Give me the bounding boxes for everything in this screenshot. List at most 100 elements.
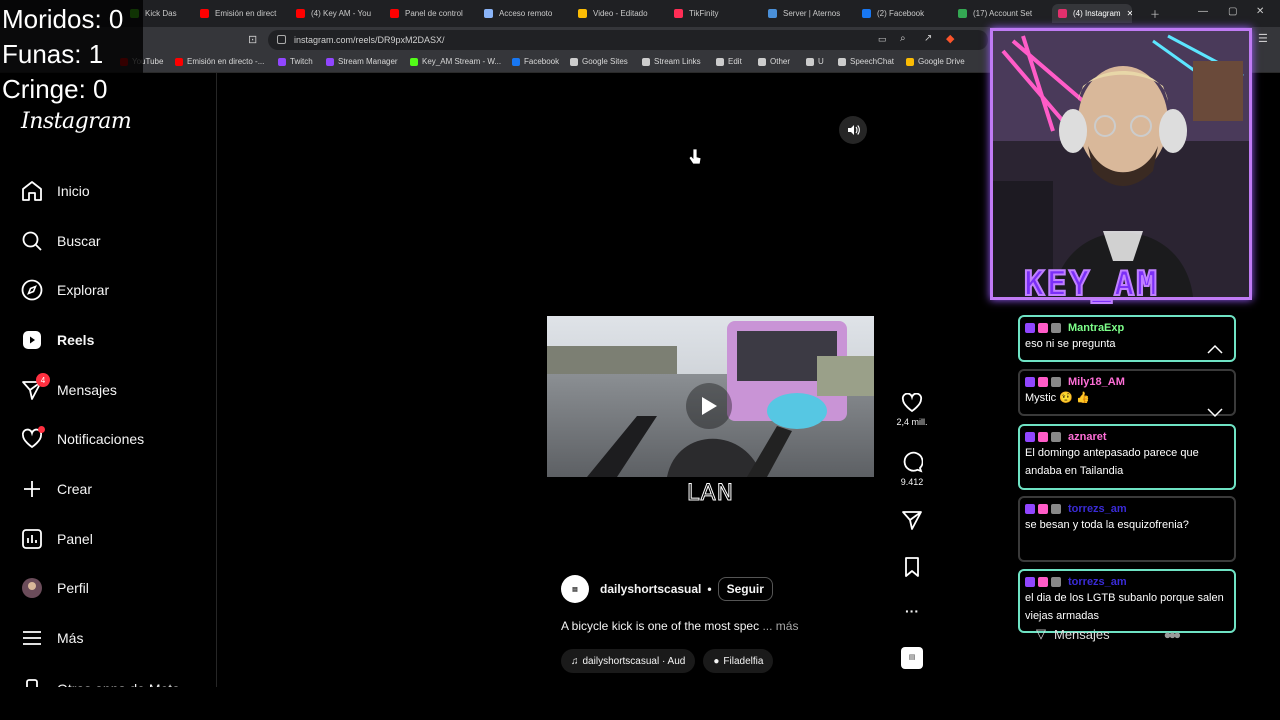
video-overlay-text: LAN	[686, 481, 735, 507]
bookmark-item[interactable]: Key_AM Stream - W...	[410, 57, 501, 66]
browser-tab[interactable]: (2) Facebook	[862, 4, 946, 23]
tab-favicon-icon	[200, 9, 209, 18]
chat-message-header: torrezs_am	[1025, 501, 1229, 516]
tab-favicon-icon	[484, 9, 493, 18]
nav-item-panel[interactable]: Panel	[20, 524, 93, 554]
share-button[interactable]	[890, 509, 934, 535]
chat-text: se besan y toda la esquizofrenia?	[1025, 519, 1189, 531]
bookmark-favicon-icon	[758, 57, 766, 66]
author-avatar[interactable]: ▤	[561, 575, 589, 603]
nav-item-más[interactable]: Más	[20, 623, 83, 653]
compass-icon	[20, 278, 44, 302]
chat-badge-icon	[1038, 322, 1048, 333]
instagram-logo[interactable]: Instagram	[21, 109, 132, 134]
browser-tab[interactable]: Acceso remoto	[484, 4, 568, 23]
chat-username: Mily18_AM	[1068, 375, 1125, 388]
chat-message-header: Mily18_AM	[1025, 374, 1229, 389]
bookmark-item[interactable]: Google Drive	[906, 57, 965, 66]
bookmark-item[interactable]: Stream Links	[642, 57, 701, 66]
bookmark-item[interactable]: SpeechChat	[838, 57, 894, 66]
bookmark-item[interactable]: Google Sites	[570, 57, 628, 66]
nav-item-buscar[interactable]: Buscar	[20, 226, 101, 256]
nav-item-notificaciones[interactable]: Notificaciones	[20, 424, 144, 454]
chat-badge-icon	[1038, 431, 1048, 442]
browser-tab[interactable]: Video - Editado	[578, 4, 662, 23]
footer-avatars: ●●●	[1163, 626, 1181, 642]
bookmark-favicon-icon	[906, 57, 914, 66]
tab-label: Panel de control	[405, 9, 463, 18]
comment-icon	[903, 451, 923, 473]
tab-label: (4) Key AM - You	[311, 9, 372, 18]
bookmark-label: Emisión en directo -...	[187, 57, 265, 66]
location-chip[interactable]: ● Filadelfia	[703, 649, 774, 673]
follow-button[interactable]: Seguir	[717, 577, 773, 601]
comment-button[interactable]: 9.412	[890, 451, 934, 487]
bookmark-item[interactable]: Emisión en directo -...	[175, 57, 264, 66]
tab-label: TikFinity	[689, 9, 719, 18]
chat-message: Mily18_AM Mystic 🤨 👍	[1018, 369, 1236, 416]
nav-item-reels[interactable]: Reels	[20, 325, 94, 355]
minimize-icon[interactable]: —	[1198, 6, 1208, 17]
chat-username: torrezs_am	[1068, 575, 1127, 588]
audio-thumbnail[interactable]: ▤	[890, 647, 934, 669]
share-icon[interactable]: ↗	[924, 33, 932, 44]
site-info-icon[interactable]	[277, 35, 286, 44]
close-tab-icon[interactable]: ✕	[1127, 9, 1132, 18]
stream-counters: Moridos: 0 Funas: 1 Cringe: 0	[0, 0, 143, 104]
bookmark-item[interactable]: Edit	[716, 57, 742, 66]
more-options-icon[interactable]: ···	[890, 603, 934, 619]
browser-tab[interactable]: Server | Aternos	[768, 4, 852, 23]
messages-footer[interactable]: ▽ Mensajes ●●●	[1036, 626, 1181, 642]
chart-icon	[20, 527, 44, 551]
brave-shield-icon[interactable]: ◆	[946, 32, 954, 45]
streamer-brand-logo: KEY_AM	[1023, 263, 1159, 305]
save-button[interactable]	[890, 556, 934, 582]
chat-badge-icon	[1051, 576, 1061, 587]
browser-tab[interactable]: (4) Instagram ✕	[1052, 4, 1132, 23]
plus-icon	[20, 477, 44, 501]
new-tab-icon[interactable]: ＋	[1150, 6, 1160, 21]
close-window-icon[interactable]: ✕	[1256, 6, 1264, 17]
play-icon	[702, 397, 717, 415]
reels-icon	[20, 328, 44, 352]
browser-tab[interactable]: (17) Account Set	[958, 4, 1042, 23]
browser-tab[interactable]: Panel de control	[390, 4, 474, 23]
bookmark-favicon-icon	[570, 57, 578, 66]
nav-item-crear[interactable]: Crear	[20, 474, 92, 504]
browser-menu-icon[interactable]: ☰	[1258, 32, 1268, 45]
chevron-down-icon[interactable]	[1207, 408, 1223, 418]
bookmark-item[interactable]: Other	[758, 57, 790, 66]
bookmark-item[interactable]: U	[806, 57, 824, 66]
author-username[interactable]: dailyshortscasual	[600, 582, 701, 596]
bookmark-favicon-icon	[175, 57, 183, 66]
nav-item-mensajes[interactable]: 4 Mensajes	[20, 373, 117, 405]
reel-player[interactable]: LAN ▤ dailyshortscasual • Seguir A bicyc…	[547, 105, 874, 687]
nav-item-perfil[interactable]: Perfil	[20, 573, 89, 603]
maximize-icon[interactable]: ▢	[1228, 6, 1237, 17]
bookmark-item[interactable]: Stream Manager	[326, 57, 398, 66]
cast-icon[interactable]: ▭	[878, 34, 887, 45]
volume-button[interactable]	[839, 116, 867, 144]
caption-more-link[interactable]: ... más	[762, 619, 798, 633]
browser-tab[interactable]: Emisión en direct	[200, 4, 284, 23]
audio-chip[interactable]: ♫ dailyshortscasual · Aud	[561, 649, 696, 673]
bookmark-star-icon[interactable]: ⊡	[248, 33, 257, 46]
like-button[interactable]: 2,4 mill.	[890, 393, 934, 427]
nav-item-explorar[interactable]: Explorar	[20, 275, 109, 305]
browser-tab[interactable]: (4) Key AM - You	[296, 4, 380, 23]
zoom-icon[interactable]: ⌕	[900, 33, 906, 44]
notification-dot	[38, 426, 45, 433]
avatar-icon	[20, 576, 44, 600]
heart-icon	[20, 426, 45, 451]
browser-tab[interactable]: TikFinity	[674, 4, 758, 23]
browser-tabbar: Kick Das Emisión en direct (4) Key AM - Yo…	[0, 0, 1280, 27]
play-button[interactable]	[686, 383, 732, 429]
chat-message-header: MantraExp	[1025, 320, 1229, 335]
chat-message-header: torrezs_am	[1025, 574, 1229, 589]
nav-label: Perfil	[57, 580, 89, 596]
bookmark-favicon-icon	[326, 57, 334, 66]
nav-item-inicio[interactable]: Inicio	[20, 176, 90, 206]
bookmark-item[interactable]: Twitch	[278, 57, 313, 66]
chevron-up-icon[interactable]	[1207, 344, 1223, 354]
bookmark-item[interactable]: Facebook	[512, 57, 559, 66]
